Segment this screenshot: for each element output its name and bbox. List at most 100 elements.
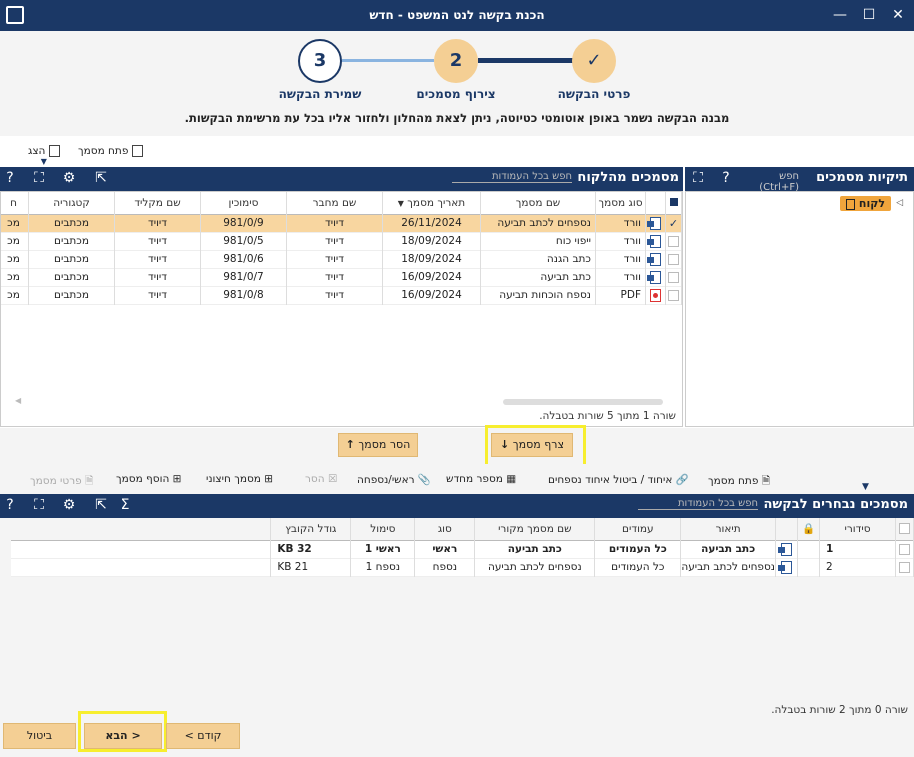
word-icon: [647, 252, 661, 266]
chevron-down-icon[interactable]: ▼: [862, 482, 869, 492]
col-doc-type[interactable]: סוג מסמך: [595, 192, 646, 214]
table-row[interactable]: 2 נספחים לכתב תביעה כל העמודים נספחים לכ…: [11, 558, 914, 576]
client-docs-header: מסמכים מהלקוח חפש בכל העמודות ? ⛶ ⚙ ⇱: [0, 167, 683, 191]
col-doc-name[interactable]: שם מסמך: [480, 192, 596, 214]
cell-author: דיויד: [286, 286, 383, 304]
tree-item-client[interactable]: לקוח: [840, 196, 891, 211]
client-docs-search-input[interactable]: חפש בכל העמודות: [452, 171, 572, 183]
client-docs-title: מסמכים מהלקוח: [577, 170, 679, 185]
scroll-left-icon[interactable]: ◀: [15, 396, 21, 405]
col-desc[interactable]: תיאור: [680, 518, 776, 540]
add-doc-button[interactable]: ⊞ הוסף מסמך: [116, 473, 181, 485]
col-author[interactable]: שם מחבר: [286, 192, 383, 214]
table-row[interactable]: 1 כתב תביעה כל העמודים כתב תביעה ראשי רא…: [11, 540, 914, 558]
help-icon[interactable]: ?: [0, 497, 21, 513]
open-doc-button[interactable]: פתח מסמך: [78, 145, 143, 157]
remove-button-disabled[interactable]: ☒ הסר: [305, 473, 337, 485]
checkmark-icon[interactable]: ✓: [669, 217, 678, 230]
cell-ref: 981/0/6: [200, 250, 287, 268]
show-button[interactable]: הצג ▼: [28, 145, 60, 166]
col-typist[interactable]: שם מקליד: [114, 192, 201, 214]
col-size[interactable]: גודל הקובץ: [270, 518, 352, 540]
settings-icon[interactable]: ⚙: [58, 170, 80, 186]
cell-type: וורד: [595, 232, 646, 250]
cell-author: דיויד: [286, 250, 383, 268]
doc-details-button-disabled[interactable]: 🗎 פרטי מסמך: [30, 473, 94, 491]
col-ref[interactable]: סימוכין: [200, 192, 287, 214]
word-icon: [647, 216, 661, 230]
pdf-icon: [650, 288, 661, 302]
col-doc-date[interactable]: תאריך מסמך ▼: [382, 192, 481, 214]
word-icon: [778, 560, 792, 574]
close-button[interactable]: ✕: [884, 0, 912, 31]
cell-name: כתב תביעה: [480, 268, 596, 286]
attach-doc-button[interactable]: ↓ צרף מסמך: [491, 433, 573, 457]
prev-button[interactable]: < קודם: [166, 723, 240, 749]
cell-typist: דיויד: [114, 214, 201, 232]
next-button[interactable]: הבא >: [84, 723, 162, 749]
row-checkbox[interactable]: [668, 289, 679, 301]
selected-docs-title: מסמכים נבחרים לבקשה: [763, 497, 908, 512]
expand-icon[interactable]: ⛶: [28, 170, 50, 186]
settings-icon[interactable]: ⚙: [58, 497, 80, 513]
col-serial[interactable]: סידורי: [819, 518, 896, 540]
external-doc-button[interactable]: ⊞ מסמך חיצוני: [206, 473, 273, 485]
row-checkbox[interactable]: [668, 235, 679, 247]
col-orig-name[interactable]: שם מסמך מקורי: [474, 518, 596, 540]
folders-header: תיקיות מסמכים חפש (Ctrl+F) ? ⛶: [685, 167, 914, 194]
cell-size: 32 KB: [270, 540, 352, 558]
cell-date: 18/09/2024: [382, 232, 481, 250]
col-pages[interactable]: עמודים: [594, 518, 682, 540]
open-doc-icon: 🗎: [761, 475, 771, 487]
table-row[interactable]: PDF נספח הוכחות תביעה 16/09/2024 דיויד 9…: [1, 286, 682, 304]
cell-desc: כתב תביעה: [680, 540, 776, 558]
row-checkbox[interactable]: [899, 561, 910, 573]
cell-date: 16/09/2024: [382, 286, 481, 304]
maximize-button[interactable]: ☐: [855, 0, 883, 31]
cell-date: 16/09/2024: [382, 268, 481, 286]
cell-mark: ראשי 1: [350, 540, 416, 558]
export-icon[interactable]: ⇱: [90, 170, 112, 186]
remove-doc-button[interactable]: ↑ הסר מסמך: [338, 433, 418, 457]
cell-serial: 1: [819, 540, 896, 558]
row-checkbox[interactable]: [668, 271, 679, 283]
selected-docs-search-input[interactable]: חפש בכל העמודות: [638, 498, 758, 510]
help-icon[interactable]: ?: [715, 170, 737, 186]
cell-category: מכתבים: [28, 268, 115, 286]
row-checkbox[interactable]: [668, 253, 679, 265]
col-category[interactable]: קטגוריה: [28, 192, 115, 214]
main-attach-button[interactable]: 📎 ראשי/נספחה: [357, 473, 431, 486]
cell-category: מכתבים: [28, 250, 115, 268]
table-row[interactable]: וורד כתב תביעה 16/09/2024 דיויד 981/0/7 …: [1, 268, 682, 286]
select-all-checkbox[interactable]: [665, 192, 682, 214]
sum-icon[interactable]: Σ: [114, 497, 136, 513]
cell-name: כתב הגנה: [480, 250, 596, 268]
cancel-button[interactable]: ביטול: [3, 723, 76, 749]
folders-title: תיקיות מסמכים: [816, 170, 908, 185]
row-checkbox[interactable]: [899, 543, 910, 555]
open-doc-icon: [131, 145, 143, 157]
select-all-checkbox[interactable]: [895, 518, 914, 540]
renumber-button[interactable]: ▦ מספר מחדש: [446, 473, 516, 485]
cell-serial: 2: [819, 558, 896, 576]
export-icon[interactable]: ⇱: [90, 497, 112, 513]
col-h[interactable]: ח: [1, 192, 29, 214]
table-row[interactable]: וורד כתב הגנה 18/09/2024 דיויד 981/0/6 ד…: [1, 250, 682, 268]
col-kind[interactable]: סוג: [414, 518, 476, 540]
help-icon[interactable]: ?: [0, 170, 21, 186]
horizontal-scrollbar[interactable]: [503, 399, 663, 405]
cell-h: מכ: [1, 268, 29, 286]
col-mark[interactable]: סימול: [350, 518, 416, 540]
tree-expand-icon[interactable]: ◁: [896, 198, 903, 208]
cell-type: וורד: [595, 214, 646, 232]
table-row[interactable]: וורד ייפוי כוח 18/09/2024 דיויד 981/0/5 …: [1, 232, 682, 250]
expand-icon[interactable]: ⛶: [687, 170, 709, 186]
table-row[interactable]: ✓ וורד נספחים לכתב תביעה 26/11/2024 דיוי…: [1, 214, 682, 232]
minimize-button[interactable]: —: [826, 0, 854, 31]
expand-icon[interactable]: ⛶: [28, 497, 50, 513]
cell-author: דיויד: [286, 232, 383, 250]
arrow-up-icon: ↑: [345, 438, 355, 451]
merge-attachments-button[interactable]: 🔗 איחוד / ביטול איחוד נספחים: [548, 473, 689, 486]
open-doc-button-2[interactable]: 🗎 פתח מסמך: [708, 473, 770, 491]
title-bar: הכנת בקשה לנט המשפט - חדש — ☐ ✕: [0, 0, 914, 31]
